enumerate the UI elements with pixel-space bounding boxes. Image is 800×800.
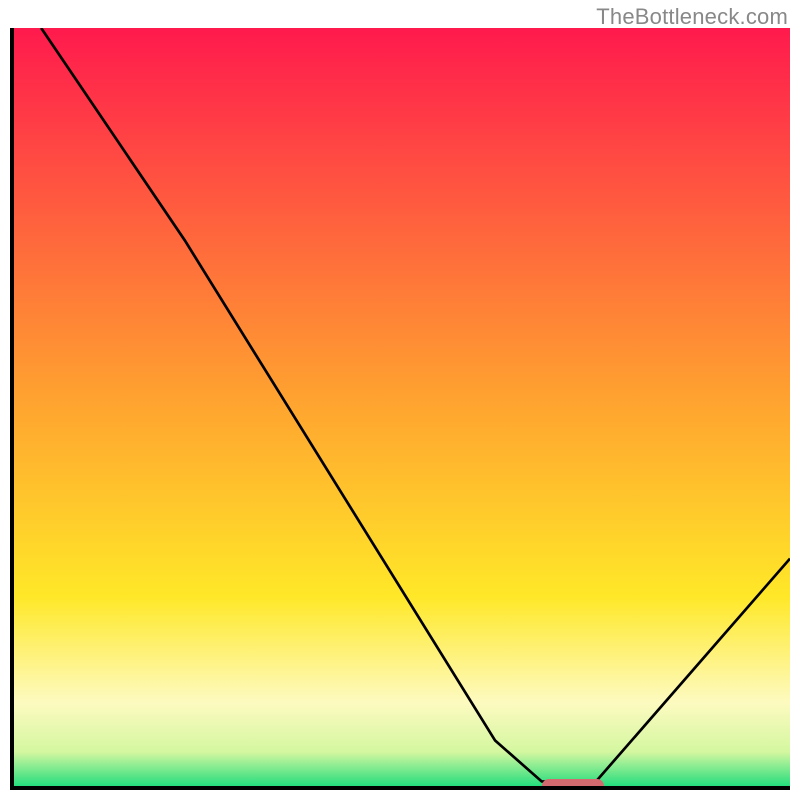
watermark-text: TheBottleneck.com [596, 4, 788, 30]
optimal-range-marker [542, 779, 604, 786]
chart-root: TheBottleneck.com [0, 0, 800, 800]
plot-area [10, 28, 790, 790]
bottleneck-curve [14, 28, 790, 786]
plot-inner [14, 28, 790, 786]
